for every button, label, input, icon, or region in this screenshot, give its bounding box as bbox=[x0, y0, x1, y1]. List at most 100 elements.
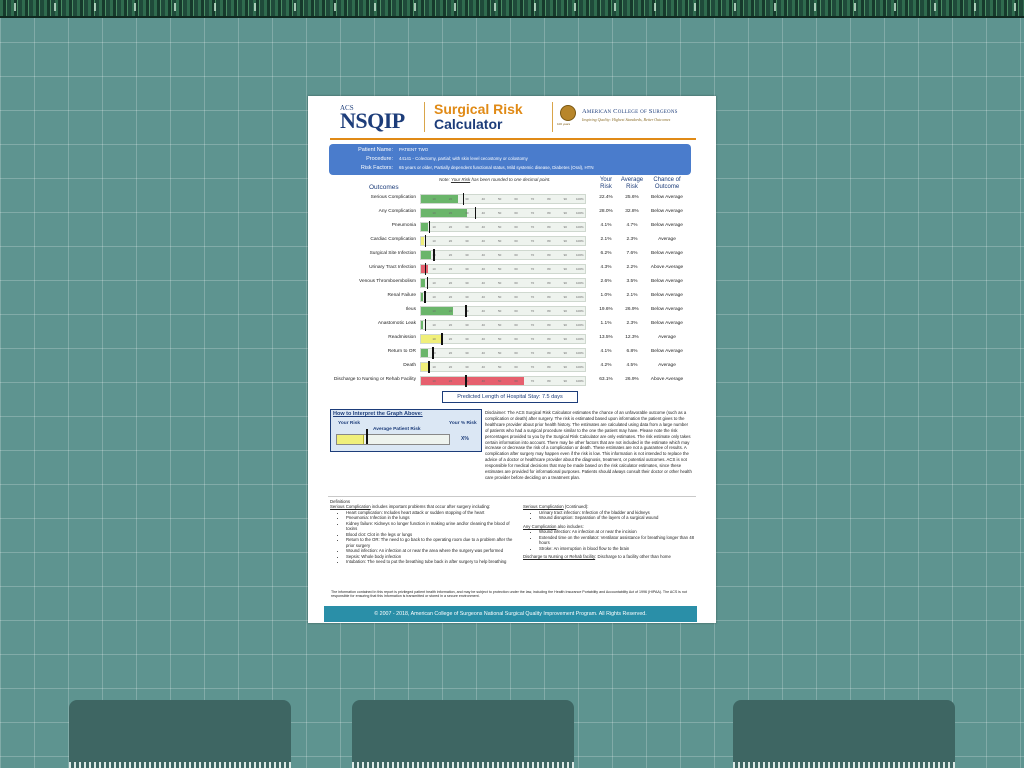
outcome-name: Serious Complication bbox=[370, 195, 416, 200]
any-complication-list: Wound infection: An infection at or near… bbox=[523, 529, 703, 551]
bar-tick-label: 10 bbox=[432, 365, 436, 369]
bar-tick-label: 70 bbox=[530, 337, 535, 341]
bar-tick-label: 100% bbox=[576, 309, 584, 313]
risk-bar-track: 102030405060708090100% bbox=[420, 333, 586, 345]
bar-tick-label: 30 bbox=[465, 239, 469, 243]
risk-bar-track: 102030405060708090100% bbox=[420, 347, 586, 359]
outcome-name: Return to OR bbox=[387, 349, 416, 354]
bar-tick-label: 10 bbox=[432, 211, 436, 215]
bar-tick-label: 20 bbox=[448, 309, 453, 313]
bar-tick-label: 80 bbox=[547, 197, 551, 201]
average-risk-marker bbox=[424, 235, 427, 247]
bar-tick-label: 60 bbox=[514, 323, 518, 327]
outcome-name: Any Complication bbox=[378, 209, 416, 214]
example-risk-bar bbox=[336, 429, 450, 445]
bar-tick-label: 100% bbox=[576, 323, 584, 327]
average-risk-marker bbox=[428, 221, 431, 233]
bar-tick-label: 70 bbox=[530, 379, 535, 383]
bar-tick-label: 20 bbox=[448, 253, 453, 257]
bar-tick-label: 80 bbox=[547, 365, 551, 369]
chance-of-outcome: Below Average bbox=[651, 349, 683, 354]
procedure-label: Procedure: bbox=[366, 156, 393, 162]
bar-tick-label: 100% bbox=[576, 211, 584, 215]
definitions-divider bbox=[328, 496, 696, 497]
bar-tick-label: 90 bbox=[563, 239, 567, 243]
risk-bar-track: 102030405060708090100% bbox=[420, 361, 586, 373]
bar-tick-label: 90 bbox=[563, 267, 567, 271]
bar-tick-label: 50 bbox=[498, 225, 502, 229]
bottom-panel-right bbox=[733, 700, 955, 768]
bar-tick-label: 70 bbox=[530, 365, 535, 369]
your-risk-value: 22.4% bbox=[599, 195, 613, 200]
chance-of-outcome: Below Average bbox=[651, 321, 683, 326]
bar-tick-label: 90 bbox=[563, 351, 567, 355]
outcomes-column-header: Outcomes bbox=[369, 184, 399, 191]
your-risk-value: 2.6% bbox=[600, 279, 612, 284]
example-risk-fill bbox=[337, 435, 364, 444]
bar-tick-label: 40 bbox=[481, 239, 485, 243]
bar-tick-label: 50 bbox=[498, 267, 502, 271]
bar-tick-label: 70 bbox=[530, 309, 535, 313]
bar-tick-label: 70 bbox=[530, 351, 535, 355]
risk-bar-track: 102030405060708090100% bbox=[420, 291, 586, 303]
chance-of-outcome: Below Average bbox=[651, 293, 683, 298]
bar-tick-label: 30 bbox=[465, 323, 469, 327]
bar-tick-label: 60 bbox=[514, 365, 518, 369]
copyright-bar: © 2007 - 2018, American College of Surge… bbox=[324, 606, 697, 622]
seal-caption: 100 years bbox=[557, 122, 571, 126]
bar-tick-label: 100% bbox=[576, 337, 584, 341]
bar-tick-label: 40 bbox=[481, 267, 485, 271]
chance-of-outcome: Below Average bbox=[651, 279, 683, 284]
average-risk-marker bbox=[424, 291, 426, 303]
bar-tick-label: 20 bbox=[448, 295, 453, 299]
bar-tick-label: 100% bbox=[576, 225, 584, 229]
bar-tick-label: 80 bbox=[547, 295, 551, 299]
college-name: American College of Surgeons bbox=[582, 108, 678, 115]
bar-tick-label: 50 bbox=[498, 295, 502, 299]
bar-tick-label: 60 bbox=[514, 197, 518, 201]
your-risk-value: 2.1% bbox=[600, 237, 612, 242]
bar-tick-label: 60 bbox=[514, 379, 518, 383]
average-risk-marker bbox=[432, 347, 434, 359]
your-risk-value: 13.5% bbox=[599, 335, 613, 340]
your-risk-value: 63.1% bbox=[599, 377, 613, 382]
outcome-name: Pneumonia bbox=[391, 223, 416, 228]
bar-tick-label: 100% bbox=[576, 267, 584, 271]
college-motto: Inspiring Quality: Highest Standards, Be… bbox=[582, 117, 671, 122]
bar-tick-label: 90 bbox=[563, 323, 567, 327]
average-risk-marker bbox=[426, 277, 429, 289]
bar-tick-label: 20 bbox=[448, 211, 453, 215]
bar-tick-label: 20 bbox=[448, 239, 453, 243]
bar-tick-label: 30 bbox=[465, 267, 469, 271]
bar-tick-label: 10 bbox=[432, 323, 436, 327]
average-risk-column-header: Average Risk bbox=[620, 177, 644, 190]
bar-tick-label: 80 bbox=[547, 253, 551, 257]
bar-tick-label: 10 bbox=[432, 239, 436, 243]
bar-tick-label: 60 bbox=[514, 295, 518, 299]
bar-tick-label: 50 bbox=[498, 197, 502, 201]
bar-tick-label: 40 bbox=[481, 197, 485, 201]
header-divider bbox=[552, 102, 553, 132]
bar-tick-label: 30 bbox=[465, 281, 469, 285]
length-of-stay-box: Predicted Length of Hospital Stay: 7.5 d… bbox=[442, 391, 578, 403]
bar-tick-label: 100% bbox=[576, 239, 584, 243]
bar-tick-label: 10 bbox=[432, 225, 436, 229]
average-risk-value: 2.2% bbox=[626, 265, 638, 270]
bar-tick-label: 70 bbox=[530, 253, 535, 257]
bar-tick-label: 80 bbox=[547, 239, 551, 243]
title-line-2: Calculator bbox=[434, 116, 503, 132]
bar-tick-label: 10 bbox=[432, 309, 436, 313]
hipaa-notice: The information contained in this report… bbox=[331, 590, 687, 599]
outcome-row: Cardiac Complication 10 20 30 40 50 60 70 80 90 10… bbox=[308, 234, 716, 247]
header-rule bbox=[330, 138, 696, 140]
bar-tick-label: 40 bbox=[481, 253, 485, 257]
how-x-percent: X% bbox=[461, 436, 469, 442]
chance-of-outcome: Below Average bbox=[651, 251, 683, 256]
definition-item: Intubation: The need to put the breathin… bbox=[346, 559, 520, 565]
serious-complication-list: Heart complication: Includes heart attac… bbox=[330, 510, 520, 565]
risk-bar-track: 102030405060708090100% bbox=[420, 249, 586, 261]
bar-tick-label: 50 bbox=[498, 239, 502, 243]
risk-factors-value: 65 years or older, Partially dependent f… bbox=[399, 165, 594, 170]
outcome-row: Renal Failure 10 20 30 40 50 60 70 80 90 100% 1.0% 2… bbox=[308, 290, 716, 303]
bar-tick-label: 30 bbox=[465, 295, 469, 299]
